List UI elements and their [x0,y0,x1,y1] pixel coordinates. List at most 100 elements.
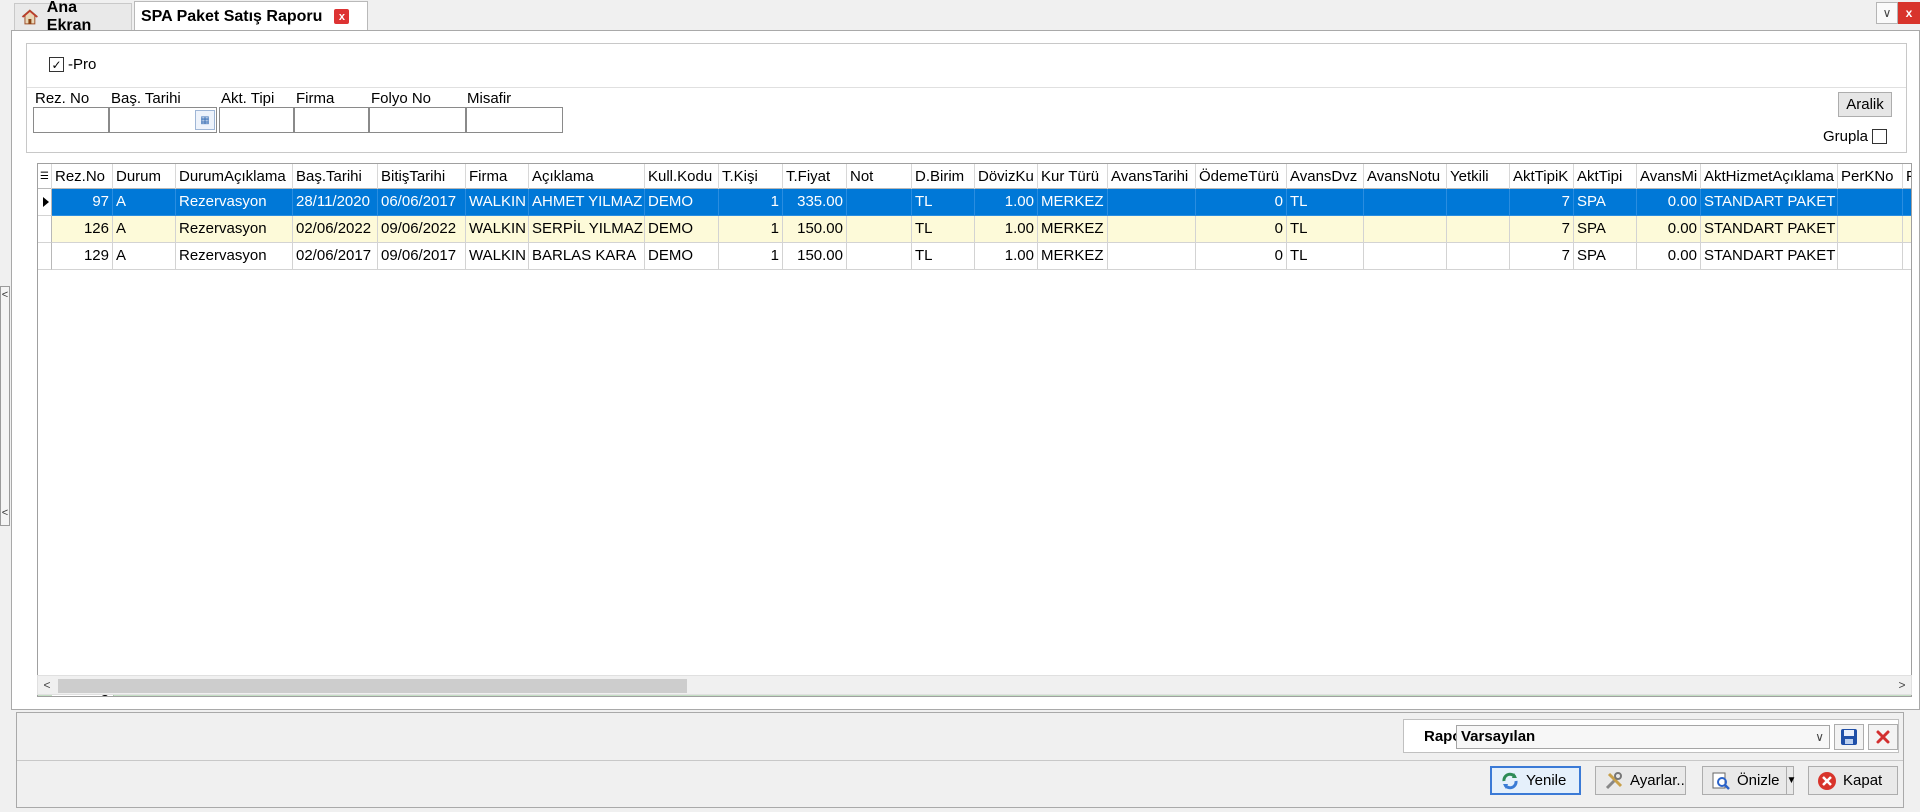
column-header[interactable]: DurumAçıklama [176,164,293,189]
table-cell[interactable]: 0 [1196,243,1287,270]
table-cell[interactable] [1447,189,1510,216]
column-header[interactable]: Baş.Tarihi [293,164,378,189]
table-cell[interactable]: TL [912,189,975,216]
scroll-thumb[interactable] [58,679,687,693]
table-cell[interactable]: SPA [1574,216,1637,243]
table-cell[interactable]: TL [1287,216,1364,243]
table-cell[interactable]: MERKEZ [1038,216,1108,243]
column-header[interactable]: AktTipi [1574,164,1637,189]
table-cell[interactable] [1903,216,1911,243]
table-cell[interactable]: SERPİL YILMAZ [529,216,645,243]
table-cell[interactable] [1838,189,1903,216]
table-cell[interactable]: Rezervasyon [176,189,293,216]
table-cell[interactable] [847,189,912,216]
chevron-down-icon[interactable]: ∨ [1876,2,1898,24]
column-chooser-icon[interactable]: ☰ [38,164,52,189]
pro-checkbox[interactable]: ✓ -Pro [49,56,96,73]
side-panel-grip[interactable]: < < [0,286,10,526]
table-cell[interactable]: 126 [52,216,113,243]
bas-tarihi-input[interactable]: ▦ [109,107,217,133]
column-header[interactable]: AktTipiK [1510,164,1574,189]
table-cell[interactable] [1108,189,1196,216]
table-cell[interactable]: SPA [1574,189,1637,216]
table-cell[interactable]: BARLAS KARA [529,243,645,270]
onizle-button[interactable]: Önizle ▼ [1702,766,1796,795]
table-cell[interactable] [1108,216,1196,243]
column-header[interactable]: Rez.No [52,164,113,189]
table-cell[interactable]: 150.00 [783,243,847,270]
table-cell[interactable]: TL [912,243,975,270]
table-cell[interactable]: WALKIN [466,243,529,270]
folyo-no-input[interactable] [369,107,466,133]
save-report-button[interactable] [1834,724,1864,750]
table-cell[interactable]: 1 [719,189,783,216]
row-indicator[interactable] [38,243,52,270]
aralik-button[interactable]: Aralik [1838,92,1892,117]
table-cell[interactable]: 1 [719,243,783,270]
column-header[interactable]: Açıklama [529,164,645,189]
table-cell[interactable]: 7 [1510,216,1574,243]
table-cell[interactable]: Rezervasyon [176,216,293,243]
table-cell[interactable]: 09/06/2017 [378,243,466,270]
table-cell[interactable]: WALKIN [466,216,529,243]
table-cell[interactable]: SPA [1574,243,1637,270]
table-cell[interactable]: 28/11/2020 [293,189,378,216]
column-header[interactable]: Kull.Kodu [645,164,719,189]
column-header[interactable]: T.Kişi [719,164,783,189]
table-cell[interactable] [1903,243,1911,270]
table-cell[interactable]: TL [1287,243,1364,270]
table-row[interactable]: 126 A Rezervasyon 02/06/2022 09/06/2022 WALKI… [38,216,1911,243]
table-cell[interactable]: WALKIN [466,189,529,216]
grupla-checkbox[interactable]: Grupla [1823,128,1888,145]
table-cell[interactable]: 09/06/2022 [378,216,466,243]
table-cell[interactable]: 0.00 [1637,189,1701,216]
table-cell[interactable]: DEMO [645,216,719,243]
table-cell[interactable]: MERKEZ [1038,189,1108,216]
table-cell[interactable] [1903,189,1911,216]
table-cell[interactable]: TL [1287,189,1364,216]
table-cell[interactable]: 1.00 [975,243,1038,270]
table-cell[interactable]: 7 [1510,243,1574,270]
firma-input[interactable] [294,107,369,133]
column-header[interactable]: D.Birim [912,164,975,189]
table-cell[interactable]: 7 [1510,189,1574,216]
table-cell[interactable]: 0.00 [1637,216,1701,243]
dropdown-arrow-icon[interactable]: ▼ [1785,767,1796,794]
tab-home[interactable]: Ana Ekran [14,0,132,34]
scroll-left-icon[interactable]: < [38,676,56,694]
table-cell[interactable]: 335.00 [783,189,847,216]
table-cell[interactable]: 1 [719,216,783,243]
table-cell[interactable]: A [113,189,176,216]
tab-spa-report[interactable]: SPA Paket Satış Raporu x [134,1,368,31]
table-cell[interactable]: STANDART PAKET [1701,216,1838,243]
table-cell[interactable]: A [113,243,176,270]
table-cell[interactable] [847,243,912,270]
table-cell[interactable] [1364,189,1447,216]
table-cell[interactable]: STANDART PAKET [1701,189,1838,216]
table-cell[interactable]: DEMO [645,243,719,270]
ayarlar-button[interactable]: Ayarlar.. [1595,766,1686,795]
column-header[interactable]: Kur Türü [1038,164,1108,189]
calendar-icon[interactable]: ▦ [195,110,215,130]
table-cell[interactable]: 0.00 [1637,243,1701,270]
table-cell[interactable] [1447,243,1510,270]
table-cell[interactable]: Rezervasyon [176,243,293,270]
column-header[interactable]: Firma [466,164,529,189]
column-header[interactable]: Yetkili [1447,164,1510,189]
akt-tipi-input[interactable] [219,107,294,133]
table-cell[interactable]: 1.00 [975,216,1038,243]
tab-close-icon[interactable]: x [334,9,350,24]
column-header[interactable]: ÖdemeTürü [1196,164,1287,189]
column-header[interactable]: Not [847,164,912,189]
column-header[interactable]: Durum [113,164,176,189]
column-header[interactable]: AvansTarihi [1108,164,1196,189]
table-cell[interactable]: DEMO [645,189,719,216]
table-cell[interactable]: 97 [52,189,113,216]
table-cell[interactable]: TL [912,216,975,243]
table-cell[interactable]: 150.00 [783,216,847,243]
table-cell[interactable]: 0 [1196,189,1287,216]
misafir-input[interactable] [466,107,563,133]
table-cell[interactable]: AHMET YILMAZ [529,189,645,216]
table-cell[interactable]: 02/06/2022 [293,216,378,243]
table-cell[interactable]: 129 [52,243,113,270]
